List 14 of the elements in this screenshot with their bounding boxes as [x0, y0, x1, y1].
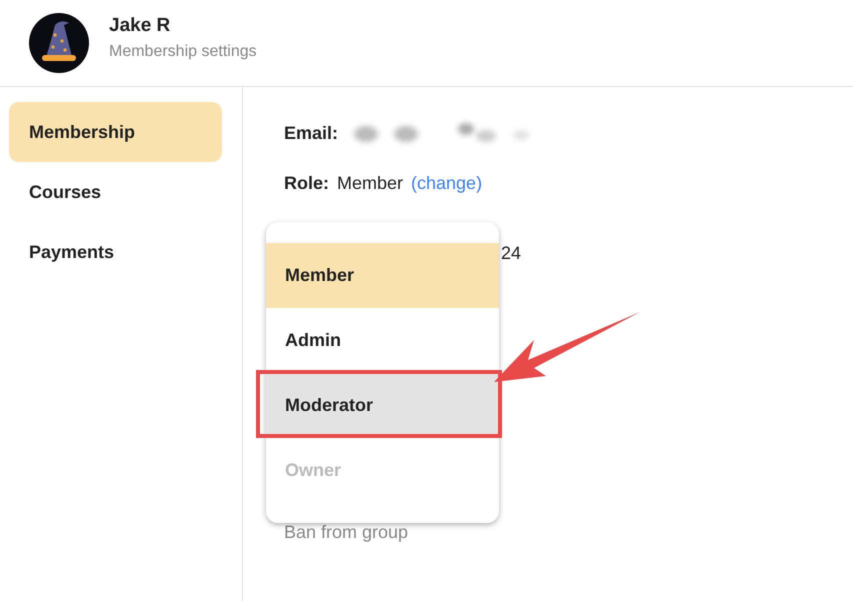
change-link[interactable]: (change) — [411, 172, 482, 194]
ban-link[interactable]: Ban from group — [284, 522, 408, 542]
sidebar-item[interactable]: Membership — [9, 102, 222, 162]
user-name: Jake R — [109, 15, 172, 37]
avatar-icon — [29, 13, 89, 73]
sidebar-item[interactable]: Courses — [9, 162, 222, 222]
menu-item[interactable]: Member — [266, 243, 499, 308]
sidebar-item[interactable]: Payments — [9, 222, 222, 282]
email-label: Email: — [284, 122, 338, 144]
detail-text: 24 — [501, 242, 522, 264]
role-label: Role: — [284, 172, 329, 194]
role-value: Member — [337, 172, 404, 194]
menu-item[interactable]: Admin — [266, 308, 499, 373]
page-subtitle: Membership settings — [109, 43, 257, 61]
